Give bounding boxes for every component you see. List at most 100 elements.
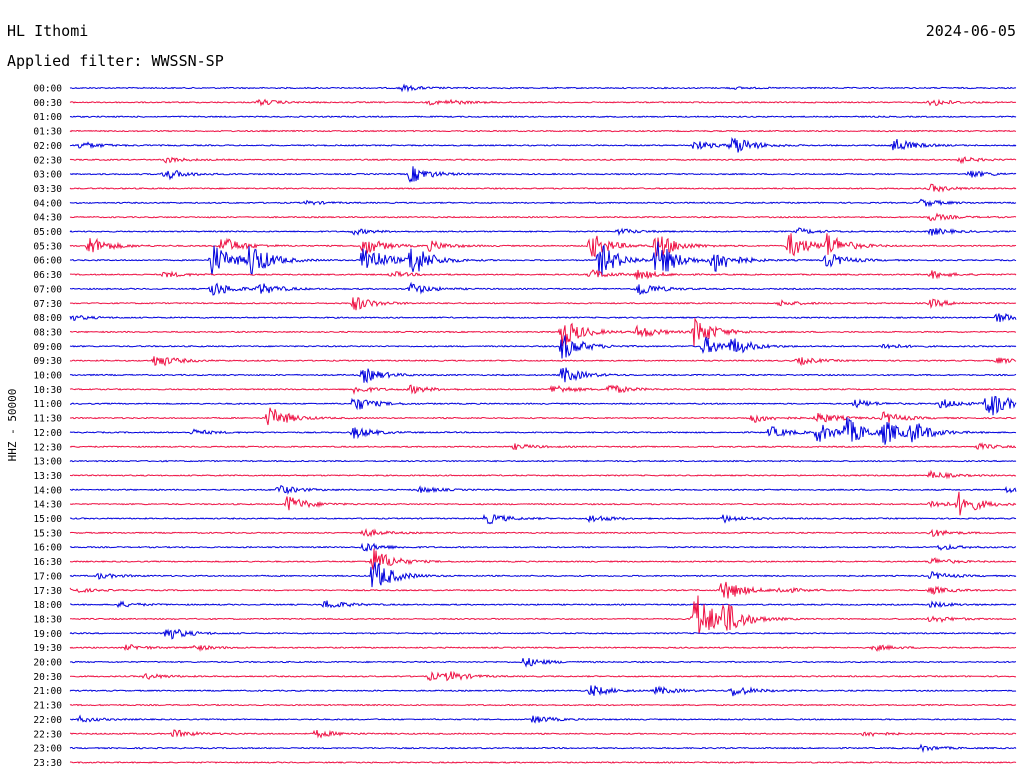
trace-line [70,600,1017,609]
trace-line [69,761,1017,764]
time-label: 13:30 [33,471,62,482]
time-label: 00:30 [33,98,62,109]
time-label: 11:30 [33,414,62,425]
trace-line [69,628,1017,640]
trace-line [70,729,1017,739]
trace-line [69,417,1017,445]
trace-line [69,685,1017,697]
trace-line [69,317,1016,347]
filter-label: Applied filter: WWSSN-SP [7,52,224,70]
helicorder-plot: HL Ithomi 2024-06-05 Applied filter: WWS… [6,22,1017,769]
trace-line [69,407,1017,426]
time-label: 10:30 [33,385,62,396]
trace-line [69,658,1016,668]
time-label: 13:00 [33,457,62,468]
time-label: 00:00 [33,84,62,95]
time-label: 22:30 [33,729,62,740]
time-label: 15:00 [33,514,62,525]
time-label: 04:00 [33,198,62,209]
time-label: 14:30 [33,500,62,511]
time-label: 20:00 [33,658,62,669]
trace-line [69,714,1017,724]
time-label: 20:30 [33,672,62,683]
trace-line [69,484,1017,495]
time-label: 05:00 [33,227,62,238]
time-label: 12:00 [33,428,62,439]
trace-rows: 00:00 00:30 01:00 01:30 02:00 02:30 03:00 03:30… [33,83,1017,769]
time-label: 05:30 [33,241,62,252]
trace-line [69,115,1017,119]
time-label: 07:00 [33,284,62,295]
time-label: 01:30 [33,127,62,138]
trace-line [69,743,1017,753]
time-label: 14:00 [33,485,62,496]
trace-line [69,156,1017,165]
time-label: 02:00 [33,141,62,152]
time-label: 09:00 [33,342,62,353]
trace-line [69,183,1017,193]
y-axis-label: HHZ - 50000 [6,389,19,462]
trace-line [69,671,1017,682]
time-label: 23:30 [33,758,62,769]
time-label: 17:30 [33,586,62,597]
time-label: 22:00 [33,715,62,726]
trace-line [69,198,1017,208]
trace-line [69,98,1017,107]
trace-line [69,129,1016,133]
time-label: 17:00 [33,571,62,582]
trace-line [70,395,1017,416]
time-label: 19:00 [33,629,62,640]
trace-line [69,542,1017,552]
trace-line [69,212,1017,222]
trace-line [69,562,1017,588]
trace-line [69,442,1017,451]
trace-line [69,367,1017,384]
station-title: HL Ithomi [7,22,88,40]
time-label: 21:00 [33,686,62,697]
time-label: 03:30 [33,184,62,195]
trace-line [69,356,1017,367]
time-label: 03:00 [33,170,62,181]
time-label: 12:30 [33,442,62,453]
time-label: 09:30 [33,356,62,367]
time-label: 11:00 [33,399,62,410]
trace-line [69,384,1017,396]
trace-line [69,703,1017,707]
trace-line [69,469,1017,480]
plot-date: 2024-06-05 [926,22,1016,40]
time-label: 06:00 [33,256,62,267]
trace-line [69,233,1017,258]
time-label: 18:30 [33,614,62,625]
trace-line [70,491,1017,516]
trace-line [69,335,1017,359]
trace-line [69,459,1017,463]
time-label: 04:30 [33,213,62,224]
time-label: 23:00 [33,744,62,755]
trace-line [69,281,1017,296]
trace-line [69,83,1017,93]
trace-line [69,312,1017,323]
time-label: 02:30 [33,155,62,166]
trace-line [69,166,1017,183]
trace-line [69,227,1017,236]
time-label: 08:30 [33,327,62,338]
time-label: 08:00 [33,313,62,324]
trace-line [69,297,1017,311]
time-label: 21:30 [33,701,62,712]
time-label: 10:00 [33,371,62,382]
time-label: 16:00 [33,543,62,554]
time-label: 15:30 [33,528,62,539]
time-label: 19:30 [33,643,62,654]
time-label: 01:00 [33,112,62,123]
trace-line [69,548,1017,570]
time-label: 16:30 [33,557,62,568]
time-label: 06:30 [33,270,62,281]
trace-line [69,644,1017,652]
trace-line [70,595,1017,634]
trace-line [69,513,1017,525]
trace-line [69,136,1017,153]
trace-line [69,527,1017,538]
time-label: 18:00 [33,600,62,611]
trace-line [69,581,1017,599]
time-label: 07:30 [33,299,62,310]
